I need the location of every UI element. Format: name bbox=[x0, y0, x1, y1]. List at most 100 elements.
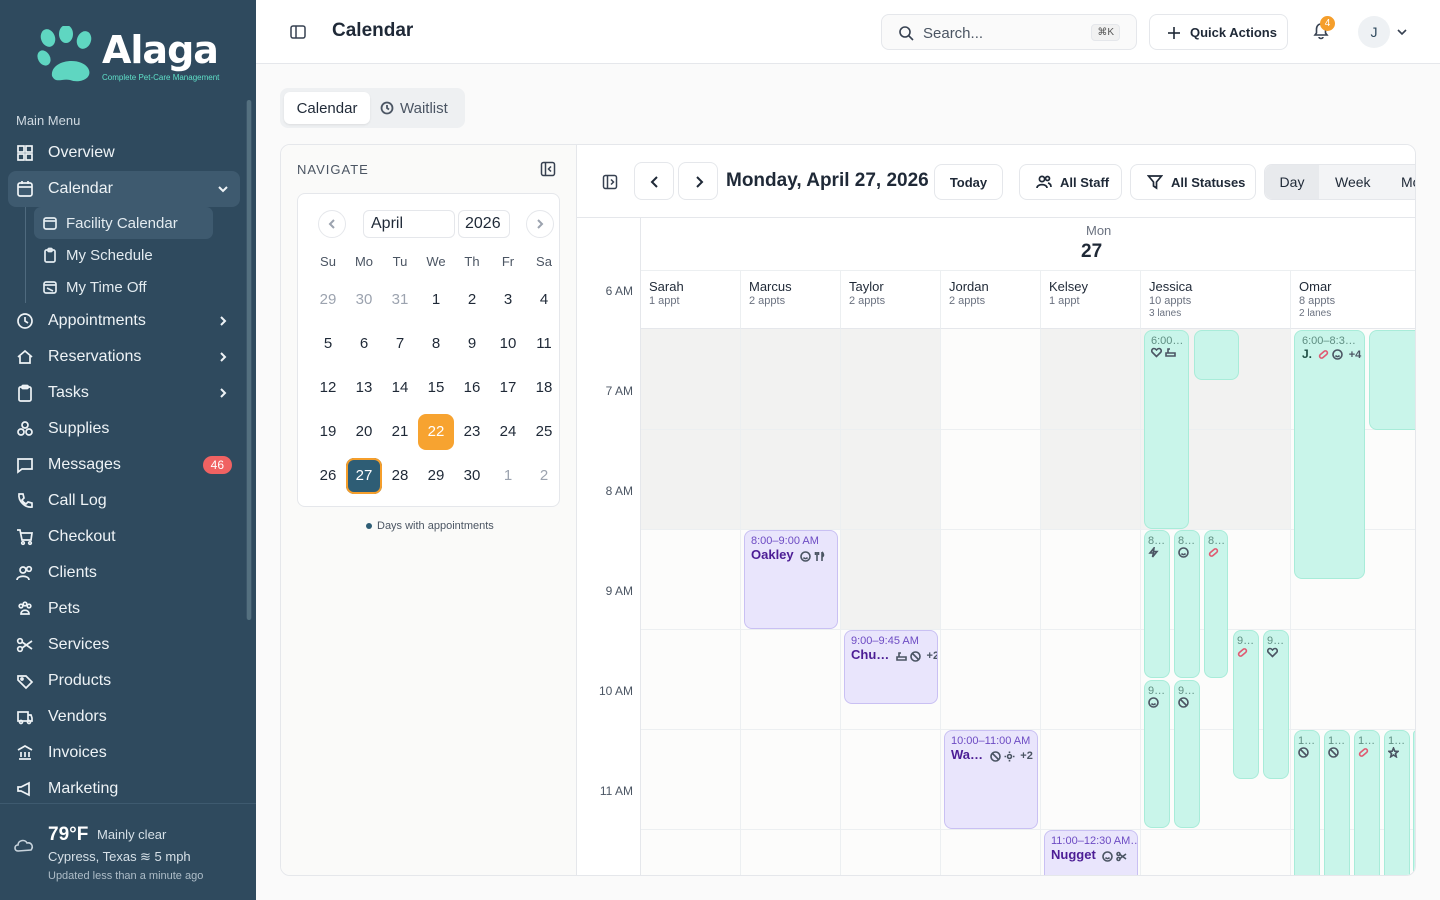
sidebar-subitem-facility-calendar[interactable]: Facility Calendar bbox=[34, 207, 213, 239]
staff-column[interactable] bbox=[1041, 329, 1141, 875]
sidebar-item-appointments[interactable]: Appointments bbox=[8, 303, 240, 339]
sidebar-subitem-my-time-off[interactable]: My Time Off bbox=[34, 271, 213, 303]
appointment-card[interactable]: 8:00–9:00 AM Oakley bbox=[744, 530, 838, 629]
staff-header-kelsey[interactable]: Kelsey 1 appt bbox=[1041, 271, 1141, 329]
calendar-day[interactable]: 31 bbox=[382, 282, 418, 318]
calendar-day[interactable]: 12 bbox=[310, 370, 346, 406]
quick-actions-button[interactable]: Quick Actions bbox=[1149, 14, 1288, 50]
calendar-day[interactable]: 21 bbox=[382, 414, 418, 450]
toggle-navigate-icon[interactable] bbox=[602, 174, 618, 190]
calendar-day[interactable]: 24 bbox=[490, 414, 526, 450]
calendar-day[interactable]: 4 bbox=[526, 282, 562, 318]
sidebar-item-clients[interactable]: Clients bbox=[8, 555, 240, 591]
calendar-day[interactable]: 6 bbox=[346, 326, 382, 362]
calendar-day[interactable]: 30 bbox=[454, 458, 490, 494]
appointment-card[interactable]: 1… bbox=[1384, 730, 1410, 875]
calendar-day[interactable]: 29 bbox=[418, 458, 454, 494]
staff-header-sarah[interactable]: Sarah 1 appt bbox=[641, 271, 741, 329]
appointment-card[interactable]: 9… bbox=[1174, 680, 1200, 828]
sidebar-item-products[interactable]: Products bbox=[8, 663, 240, 699]
appointment-card[interactable]: 8… bbox=[1144, 530, 1170, 678]
calendar-day[interactable]: 9 bbox=[454, 326, 490, 362]
chevron-down-icon[interactable] bbox=[1396, 26, 1408, 38]
sidebar-subitem-my-schedule[interactable]: My Schedule bbox=[34, 239, 213, 271]
appointment-card[interactable]: 9… bbox=[1233, 630, 1259, 779]
calendar-day-selected[interactable]: 27 bbox=[346, 458, 382, 494]
next-day-button[interactable] bbox=[678, 162, 718, 200]
calendar-day[interactable]: 13 bbox=[346, 370, 382, 406]
calendar-day[interactable]: 8 bbox=[418, 326, 454, 362]
sidebar-scrollbar-thumb[interactable] bbox=[247, 100, 251, 620]
staff-header-omar[interactable]: Omar 8 appts 2 lanes bbox=[1291, 271, 1415, 329]
collapse-panel-icon[interactable] bbox=[540, 161, 556, 177]
appointment-card[interactable]: 1… bbox=[1294, 730, 1320, 875]
calendar-day[interactable]: 28 bbox=[382, 458, 418, 494]
prev-day-button[interactable] bbox=[634, 162, 674, 200]
view-day[interactable]: Day bbox=[1265, 165, 1319, 199]
tab-waitlist[interactable]: Waitlist bbox=[380, 92, 448, 124]
calendar-day[interactable]: 3 bbox=[490, 282, 526, 318]
staff-filter[interactable]: All Staff bbox=[1019, 164, 1122, 200]
calendar-day[interactable]: 11 bbox=[526, 326, 562, 362]
logo[interactable]: Alaga Complete Pet-Care Management bbox=[36, 26, 220, 86]
appointment-card[interactable]: 11:00–12:30 AM… Nugget bbox=[1044, 830, 1138, 875]
status-filter[interactable]: All Statuses bbox=[1130, 164, 1256, 200]
appointment-card[interactable]: 8… bbox=[1174, 530, 1200, 678]
staff-header-taylor[interactable]: Taylor 2 appts bbox=[841, 271, 941, 329]
calendar-day[interactable]: 26 bbox=[310, 458, 346, 494]
calendar-day[interactable]: 23 bbox=[454, 414, 490, 450]
sidebar-item-messages[interactable]: Messages 46 bbox=[8, 447, 240, 483]
calendar-day[interactable]: 2 bbox=[526, 458, 562, 494]
month-select[interactable]: April bbox=[363, 210, 455, 238]
calendar-day[interactable]: 16 bbox=[454, 370, 490, 406]
sidebar-item-reservations[interactable]: Reservations bbox=[8, 339, 240, 375]
appointment-card[interactable]: 9… bbox=[1144, 680, 1170, 828]
calendar-day[interactable]: 17 bbox=[490, 370, 526, 406]
sidebar-item-pets[interactable]: Pets bbox=[8, 591, 240, 627]
year-select[interactable]: 2026 bbox=[458, 210, 510, 238]
appointment-card[interactable]: 6:00… bbox=[1144, 330, 1189, 529]
view-month[interactable]: Mo bbox=[1401, 165, 1415, 199]
prev-month-button[interactable] bbox=[318, 210, 346, 238]
sidebar-item-overview[interactable]: Overview bbox=[8, 135, 240, 171]
avatar[interactable]: J bbox=[1358, 16, 1390, 48]
calendar-day[interactable]: 18 bbox=[526, 370, 562, 406]
staff-header-jordan[interactable]: Jordan 2 appts bbox=[941, 271, 1041, 329]
staff-header-jessica[interactable]: Jessica 10 appts 3 lanes bbox=[1141, 271, 1291, 329]
staff-column[interactable] bbox=[841, 329, 941, 875]
calendar-day[interactable]: 30 bbox=[346, 282, 382, 318]
appointment-card[interactable]: 10:00–11:00 AM Wa… +2 bbox=[944, 730, 1038, 829]
calendar-day[interactable]: 5 bbox=[310, 326, 346, 362]
calendar-day-today[interactable]: 22 bbox=[418, 414, 454, 450]
appointment-card[interactable]: 1… bbox=[1324, 730, 1350, 875]
appointment-card[interactable] bbox=[1413, 730, 1415, 875]
sidebar-item-calendar[interactable]: Calendar bbox=[8, 171, 240, 207]
appointment-card[interactable]: 8… bbox=[1204, 530, 1228, 678]
staff-column[interactable] bbox=[641, 329, 741, 875]
calendar-day[interactable]: 2 bbox=[454, 282, 490, 318]
tab-calendar[interactable]: Calendar bbox=[284, 92, 370, 124]
calendar-day[interactable]: 15 bbox=[418, 370, 454, 406]
sidebar-item-tasks[interactable]: Tasks bbox=[8, 375, 240, 411]
appointment-card[interactable]: 9:00–9:45 AM Chu… +2 bbox=[844, 630, 938, 704]
calendar-day[interactable]: 10 bbox=[490, 326, 526, 362]
next-month-button[interactable] bbox=[526, 210, 554, 238]
calendar-day[interactable]: 25 bbox=[526, 414, 562, 450]
appointment-card[interactable]: 9… bbox=[1263, 630, 1289, 779]
sidebar-item-invoices[interactable]: Invoices bbox=[8, 735, 240, 771]
appointment-card[interactable]: 1… bbox=[1354, 730, 1380, 875]
sidebar-item-vendors[interactable]: Vendors bbox=[8, 699, 240, 735]
today-button[interactable]: Today bbox=[934, 164, 1003, 200]
staff-header-marcus[interactable]: Marcus 2 appts bbox=[741, 271, 841, 329]
calendar-day[interactable]: 1 bbox=[490, 458, 526, 494]
appointment-card[interactable] bbox=[1194, 330, 1239, 380]
calendar-day[interactable]: 29 bbox=[310, 282, 346, 318]
appointment-card[interactable]: 6:00–8:3… J. +4 bbox=[1294, 330, 1365, 579]
calendar-day[interactable]: 19 bbox=[310, 414, 346, 450]
calendar-day[interactable]: 14 bbox=[382, 370, 418, 406]
sidebar-item-checkout[interactable]: Checkout bbox=[8, 519, 240, 555]
sidebar-item-services[interactable]: Services bbox=[8, 627, 240, 663]
calendar-day[interactable]: 7 bbox=[382, 326, 418, 362]
appointment-card[interactable] bbox=[1369, 330, 1415, 430]
calendar-day[interactable]: 20 bbox=[346, 414, 382, 450]
